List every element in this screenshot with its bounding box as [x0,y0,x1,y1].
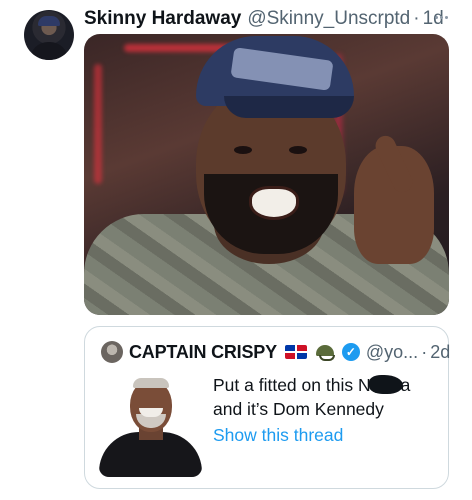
photo-mouth [249,186,299,220]
more-dot [439,15,443,19]
avatar-body [30,42,68,60]
more-dot [444,15,448,19]
author-handle[interactable]: @Skinny_Unscrptd [247,8,410,30]
tweet-media-image[interactable] [84,34,449,315]
quoted-tweet-text: Put a fitted on this N a and it’s Dom Ken… [213,373,437,421]
author-avatar[interactable] [24,10,74,60]
quoted-tweet-timestamp[interactable]: 2d [430,342,450,363]
flag-quadrant [295,352,307,359]
quoted-tweet-thumbnail[interactable] [99,374,202,477]
quoted-author-handle[interactable]: @yo... [366,342,418,363]
photo-eye [234,146,252,154]
flag-cross [294,345,297,359]
more-options-icon[interactable] [430,9,452,25]
tweet-header: Skinny Hardaway @Skinny_Unscrptd · 1d [84,6,444,32]
quoted-tweet-header: CAPTAIN CRISPY ✓ @yo... · 2d [101,340,450,364]
helmet-strap [318,355,335,361]
more-dot [434,15,438,19]
military-helmet-icon [315,344,335,361]
dominican-flag-icon [284,345,307,359]
quoted-author-avatar[interactable] [101,341,123,363]
quoted-header-separator: · [421,341,428,362]
verified-badge-icon: ✓ [341,343,360,361]
show-thread-link[interactable]: Show this thread [213,423,343,447]
censor-scribble [368,375,403,394]
photo-eye [289,146,307,154]
quoted-text-line2: and it’s Dom Kennedy [213,399,384,419]
quoted-text-line1-start: Put a fitted on this N [213,375,371,395]
quoted-text-line1-end: a [400,375,411,395]
thumb-hair [133,378,169,388]
quoted-tweet-card[interactable]: CAPTAIN CRISPY ✓ @yo... · 2d Put a fitte… [84,326,450,489]
photo-hat-brim [224,96,354,118]
header-separator: · [413,8,420,29]
author-display-name[interactable]: Skinny Hardaway [84,8,241,30]
quoted-author-display-name[interactable]: CAPTAIN CRISPY [129,342,277,363]
avatar-cap [38,16,60,26]
neon-light [94,64,102,184]
